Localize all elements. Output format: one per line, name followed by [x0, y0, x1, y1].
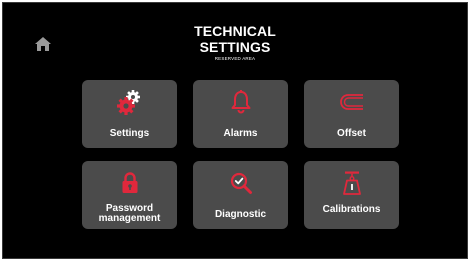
page-header: TECHNICAL SETTINGS RESERVED AREA: [3, 23, 467, 62]
gears-icon: [116, 90, 140, 115]
lock-icon: [122, 172, 137, 193]
settings-button[interactable]: Settings: [82, 80, 177, 148]
offset-button[interactable]: Offset: [304, 80, 399, 148]
calibrations-button[interactable]: Calibrations: [304, 161, 399, 229]
password-management-button[interactable]: Password management: [82, 161, 177, 229]
page-subtitle: RESERVED AREA: [214, 56, 256, 61]
scale-weight-icon: [342, 171, 361, 195]
magnifier-check-icon: [230, 172, 252, 194]
alarms-label: Alarms: [223, 128, 258, 139]
diagnostic-button[interactable]: Diagnostic: [193, 161, 288, 229]
calibrations-label: Calibrations: [322, 204, 381, 215]
page-title-line2: SETTINGS: [199, 39, 271, 55]
page-title: TECHNICAL SETTINGS: [3, 23, 467, 55]
alarms-button[interactable]: Alarms: [193, 80, 288, 148]
password-management-label: Password management: [82, 204, 177, 224]
password-label-line2: management: [98, 213, 161, 224]
offset-icon: [339, 94, 363, 110]
touch-screen: TECHNICAL SETTINGS RESERVED AREA Setting…: [2, 2, 468, 259]
settings-label: Settings: [109, 128, 150, 139]
page-title-line1: TECHNICAL: [194, 23, 276, 39]
diagnostic-label: Diagnostic: [214, 209, 267, 220]
offset-label: Offset: [337, 128, 366, 139]
bell-icon: [231, 90, 250, 114]
